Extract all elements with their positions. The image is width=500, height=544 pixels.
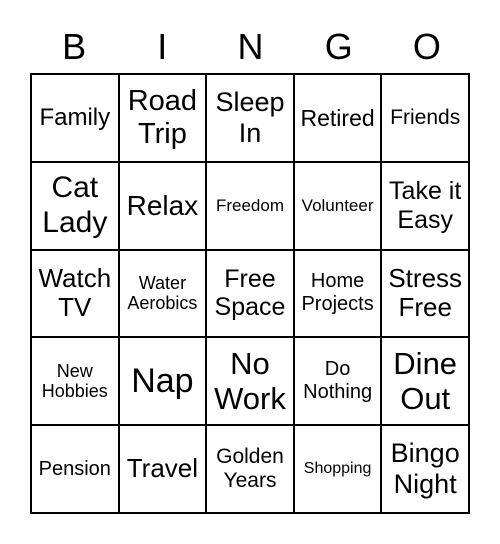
bingo-cell[interactable]: Pension <box>31 425 119 513</box>
bingo-cell[interactable]: Water Aerobics <box>118 249 207 338</box>
bingo-cell[interactable]: Retired <box>293 74 382 162</box>
bingo-cell[interactable]: Freedom <box>206 161 294 250</box>
bingo-cell[interactable]: Family <box>31 74 119 162</box>
bingo-cell[interactable]: Sleep In <box>206 74 294 162</box>
bingo-cell[interactable]: Dine Out <box>381 337 469 426</box>
header-letter-g: G <box>324 26 353 67</box>
header-letter-b: B <box>62 26 87 67</box>
bingo-cell[interactable]: Take it Easy <box>381 161 469 250</box>
bingo-cell[interactable]: Volunteer <box>293 161 382 250</box>
header-letter-o: O <box>412 26 441 67</box>
bingo-cell[interactable]: Relax <box>118 161 207 250</box>
bingo-cell[interactable]: New Hobbies <box>31 337 119 426</box>
bingo-cell[interactable]: Home Projects <box>293 249 382 338</box>
bingo-cell[interactable]: Bingo Night <box>381 425 469 513</box>
header-letter-n: N <box>237 26 264 67</box>
header-letter-i: I <box>157 26 168 67</box>
bingo-cell[interactable]: No Work <box>206 337 294 426</box>
bingo-header: B I N G O <box>30 22 471 72</box>
bingo-cell[interactable]: Golden Years <box>206 425 294 513</box>
bingo-cell[interactable]: Road Trip <box>118 74 207 162</box>
bingo-grid: Family Road Trip Sleep In Retired Friends Cat… <box>30 73 470 514</box>
bingo-cell[interactable]: Stress Free <box>381 249 469 338</box>
bingo-cell[interactable]: Nap <box>118 337 207 426</box>
bingo-cell[interactable]: Friends <box>381 74 469 162</box>
bingo-cell[interactable]: Travel <box>118 425 207 513</box>
bingo-cell[interactable]: Shopping <box>293 425 382 513</box>
bingo-cell[interactable]: Free Space <box>206 249 294 338</box>
bingo-cell[interactable]: Do Nothing <box>293 337 382 426</box>
bingo-cell[interactable]: Cat Lady <box>31 161 119 250</box>
bingo-cell[interactable]: Watch TV <box>31 249 119 338</box>
